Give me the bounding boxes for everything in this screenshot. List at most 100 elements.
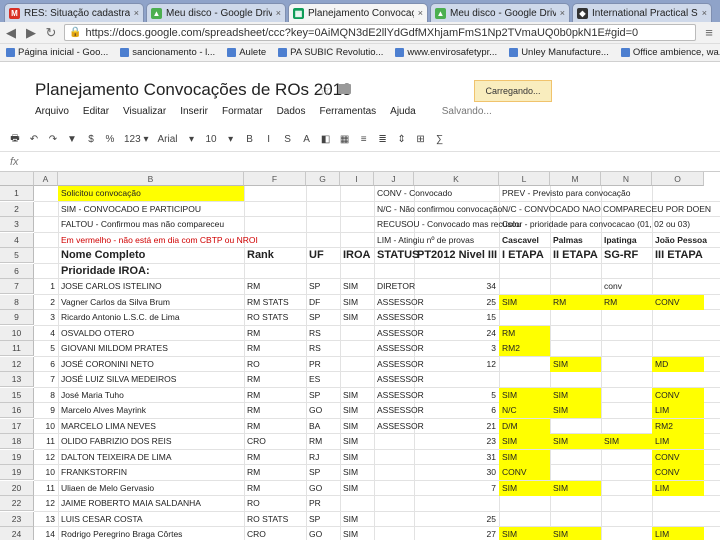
cell[interactable]: CONV - Convocado (374, 186, 452, 201)
cell[interactable]: 27 (414, 527, 499, 540)
cell[interactable]: SIM (340, 527, 358, 540)
row-header[interactable]: 20 (0, 480, 34, 496)
cell[interactable]: FRANKSTORFIN (58, 465, 127, 480)
row-header[interactable]: 2 (0, 201, 34, 217)
cell[interactable]: SIM (550, 403, 601, 418)
toolbar-button[interactable]: ≡ (359, 134, 369, 145)
browser-tab[interactable]: M RES: Situação cadastral co × (4, 3, 144, 22)
cell[interactable]: 10 (34, 419, 58, 434)
cell[interactable]: 13 (34, 512, 58, 527)
cell[interactable]: 31 (414, 450, 499, 465)
column-header[interactable]: J (374, 172, 414, 186)
cell[interactable]: RM (601, 294, 652, 310)
cell[interactable]: RJ (306, 450, 319, 465)
cell[interactable]: D/M (499, 418, 550, 434)
formula-bar[interactable]: fx (0, 152, 720, 172)
row-header[interactable]: 19 (0, 465, 34, 480)
bookmark-item[interactable]: PA SUBIC Revolutio... (278, 47, 383, 58)
column-header[interactable]: G (306, 172, 340, 186)
column-header[interactable]: N (601, 172, 652, 186)
cell[interactable]: MD (652, 356, 704, 372)
cell[interactable]: 34 (414, 279, 499, 294)
toolbar-button[interactable]: Arial (157, 134, 177, 145)
cell[interactable]: SIM (340, 295, 358, 310)
column-header[interactable]: B (58, 172, 244, 186)
cell[interactable]: SP (306, 465, 320, 480)
row-header[interactable]: 3 (0, 217, 34, 232)
cell[interactable]: SIM (550, 356, 601, 372)
cell[interactable]: RM (499, 325, 550, 341)
cell[interactable]: SG-RF (601, 248, 638, 263)
cell[interactable]: 7 (34, 372, 58, 387)
toolbar-button[interactable]: B (245, 134, 255, 145)
cell[interactable]: Ipatinga (601, 233, 637, 248)
row-header[interactable]: 6 (0, 263, 34, 279)
column-header[interactable]: F (244, 172, 306, 186)
cell[interactable]: RM STATS (244, 295, 289, 310)
cell[interactable]: SIM (340, 403, 358, 418)
cell[interactable]: LIM (652, 434, 704, 449)
cell[interactable]: 12 (414, 357, 499, 372)
menu-item[interactable]: Visualizar (123, 106, 166, 117)
row-header[interactable]: 23 (0, 511, 34, 527)
cell[interactable]: 24 (414, 326, 499, 341)
toolbar-button[interactable]: I (264, 134, 274, 145)
cell[interactable]: PT2012 Nivel III (414, 248, 499, 263)
cell[interactable]: 30 (414, 465, 499, 480)
close-icon[interactable]: × (560, 8, 565, 18)
cell[interactable]: DALTON TEIXEIRA DE LIMA (58, 450, 172, 465)
row-header[interactable]: 15 (0, 387, 34, 403)
cell[interactable]: João Pessoa (652, 233, 707, 248)
row-header[interactable]: 19 (0, 449, 34, 465)
cell[interactable]: LUIS CESAR COSTA (58, 512, 143, 527)
cell[interactable]: SIM (499, 294, 550, 310)
cell[interactable]: PREV - Previsto para convocação (499, 186, 631, 201)
cell[interactable]: SIM (499, 480, 550, 496)
cell[interactable]: III ETAPA (652, 248, 703, 263)
row-header[interactable]: 5 (0, 248, 34, 263)
menu-item[interactable]: Ferramentas (319, 106, 376, 117)
toolbar-button[interactable]: ▼ (67, 134, 77, 145)
cell[interactable]: 21 (414, 419, 499, 434)
menu-item[interactable]: Ajuda (390, 106, 416, 117)
row-header[interactable]: 17 (0, 418, 34, 434)
cell[interactable]: 6 (414, 403, 499, 418)
toolbar-button[interactable]: ↷ (48, 134, 58, 145)
cell[interactable]: GO (306, 481, 322, 496)
cell[interactable]: José Maria Tuho (58, 388, 124, 403)
bookmark-item[interactable]: Aulete (227, 47, 266, 58)
cell[interactable]: N/C - Não confirmou convocação (374, 202, 502, 217)
toolbar-button[interactable]: ↶ (29, 134, 39, 145)
back-icon[interactable]: ◀ (4, 25, 18, 41)
cell[interactable]: RM2 (652, 418, 704, 434)
cell[interactable]: CONV (652, 449, 704, 465)
toolbar-button[interactable]: $ (86, 134, 96, 145)
cell[interactable]: Em vermelho - não está em dia com CBTP o… (58, 233, 258, 248)
close-icon[interactable]: × (702, 8, 707, 18)
browser-tab[interactable]: ▲ Meu disco - Google Drive × (430, 3, 570, 22)
cell[interactable]: RM (244, 465, 260, 480)
cell[interactable]: JOSÉ CORONINI NETO (58, 357, 154, 372)
cell[interactable]: N/C (499, 403, 550, 418)
cell[interactable]: 25 (414, 295, 499, 310)
column-header[interactable]: A (34, 172, 58, 186)
bookmark-item[interactable]: Unley Manufacture... (509, 47, 609, 58)
cell[interactable]: IROA (340, 248, 371, 263)
cell[interactable]: Cascavel (499, 233, 539, 248)
cell[interactable]: SIM (601, 434, 652, 449)
cell[interactable]: 25 (414, 512, 499, 527)
cell[interactable]: CONV (499, 465, 550, 480)
cell[interactable]: GO (306, 403, 322, 418)
cell[interactable]: Vagner Carlos da Silva Brum (58, 295, 170, 310)
cell[interactable]: LIM (652, 480, 704, 496)
url-input[interactable]: 🔒 https://docs.google.com/spreadsheet/cc… (64, 24, 696, 41)
row-header[interactable]: 7 (0, 279, 34, 294)
cell[interactable]: SIM (550, 387, 601, 403)
toolbar-button[interactable]: ◧ (321, 134, 331, 145)
cell[interactable]: SIM (550, 480, 601, 496)
cell[interactable]: SIM (499, 527, 550, 540)
toolbar-button[interactable]: 123 ▾ (124, 134, 148, 145)
toolbar-button[interactable]: ∑ (435, 134, 445, 145)
cell[interactable]: Rank (244, 248, 274, 263)
cell[interactable]: MARCELO LIMA NEVES (58, 419, 156, 434)
